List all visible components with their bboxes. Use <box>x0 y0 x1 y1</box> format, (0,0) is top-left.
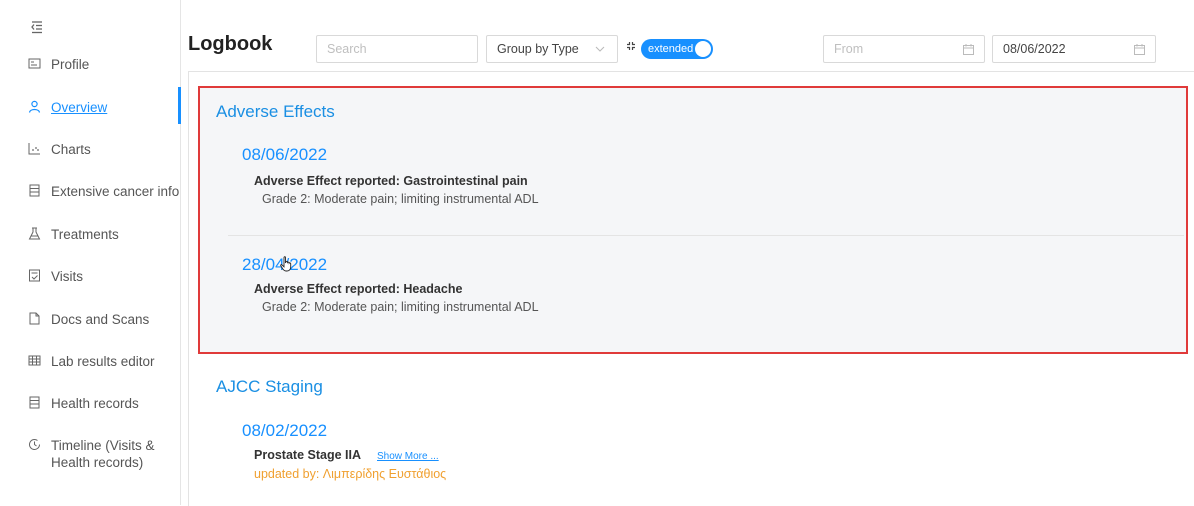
sidebar-item-overview[interactable]: Overview <box>0 87 181 124</box>
menu-fold-icon[interactable] <box>30 20 44 34</box>
group-by-value: Group by Type <box>497 42 579 56</box>
sidebar: Profile Overview Charts Extensive cancer… <box>0 0 181 505</box>
file-icon <box>29 312 40 325</box>
calendar-icon <box>1134 44 1145 55</box>
from-date-placeholder: From <box>834 42 864 56</box>
sidebar-item-extensive-cancer-info[interactable]: Extensive cancer info <box>0 183 180 200</box>
group-by-select[interactable]: Group by Type <box>486 35 618 63</box>
entry-date: 08/06/2022 <box>242 145 328 164</box>
expand-icon[interactable] <box>626 41 636 51</box>
user-icon <box>28 100 41 113</box>
toggle-label: extended <box>648 43 694 55</box>
entry-heading: Prostate Stage IIA <box>254 448 361 462</box>
to-date-input[interactable]: 08/06/2022 <box>992 35 1156 63</box>
timeline-label-line2: Health records) <box>51 455 144 470</box>
updated-by-text: updated by: Λιμπερίδης Ευστάθιος <box>254 467 447 481</box>
to-date-value: 08/06/2022 <box>1003 42 1066 56</box>
sidebar-item-label: Treatments <box>51 227 119 242</box>
sidebar-item-label: Timeline (Visits & Health records) <box>51 437 155 471</box>
sidebar-item-label: Charts <box>51 142 91 157</box>
sidebar-item-label: Health records <box>51 396 139 411</box>
show-more-link[interactable]: Show More ... <box>377 451 439 462</box>
database-icon <box>29 184 40 197</box>
sidebar-item-label: Extensive cancer info <box>51 184 180 199</box>
profile-icon <box>28 58 41 69</box>
entry-heading: Adverse Effect reported: Gastrointestina… <box>254 174 528 188</box>
group-title-ajcc-staging: AJCC Staging <box>216 377 323 396</box>
calendar-icon <box>963 44 974 55</box>
entry-heading: Adverse Effect reported: Headache <box>254 282 463 296</box>
hand-pointer-icon <box>280 256 292 272</box>
visits-icon <box>29 269 40 282</box>
from-date-input[interactable]: From <box>823 35 985 63</box>
sidebar-item-health-records[interactable]: Health records <box>0 395 180 412</box>
records-icon <box>29 396 40 409</box>
sidebar-item-charts[interactable]: Charts <box>0 141 180 158</box>
sidebar-item-label: Lab results editor <box>51 354 155 369</box>
page-title: Logbook <box>188 33 273 55</box>
entry-detail: Grade 2: Moderate pain; limiting instrum… <box>262 192 539 206</box>
entry-divider <box>228 235 1184 236</box>
sidebar-item-visits[interactable]: Visits <box>0 268 180 285</box>
sidebar-item-label: Docs and Scans <box>51 312 150 327</box>
chart-icon <box>28 143 40 155</box>
search-input[interactable] <box>316 35 478 63</box>
extended-toggle[interactable]: extended <box>641 39 713 59</box>
sidebar-item-docs-and-scans[interactable]: Docs and Scans <box>0 311 180 328</box>
table-icon <box>28 355 41 366</box>
timeline-label-line1: Timeline (Visits & <box>51 438 155 453</box>
flask-icon <box>28 227 41 240</box>
sidebar-item-profile[interactable]: Profile <box>0 56 180 73</box>
sidebar-item-treatments[interactable]: Treatments <box>0 226 180 243</box>
sidebar-item-timeline[interactable]: Timeline (Visits & Health records) <box>0 437 180 471</box>
clock-icon <box>29 439 40 450</box>
sidebar-item-label: Overview <box>51 100 108 115</box>
toggle-knob <box>695 41 711 57</box>
sidebar-item-label: Visits <box>51 269 84 284</box>
entry-date: 08/02/2022 <box>242 421 328 440</box>
chevron-down-icon <box>595 46 605 52</box>
group-title-adverse-effects: Adverse Effects <box>216 102 335 121</box>
sidebar-item-lab-results-editor[interactable]: Lab results editor <box>0 353 180 370</box>
sidebar-item-label: Profile <box>51 57 90 72</box>
entry-detail: Grade 2: Moderate pain; limiting instrum… <box>262 300 539 314</box>
